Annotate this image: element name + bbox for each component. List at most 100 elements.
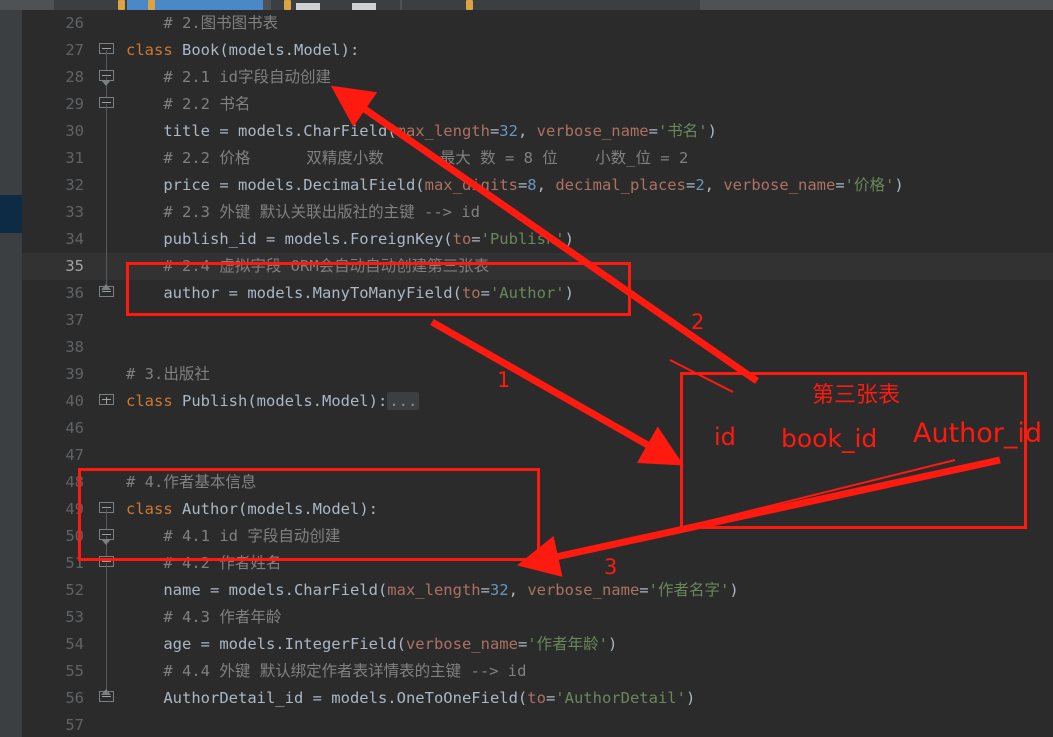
third-table-column-id: id: [714, 423, 736, 451]
code-text: # 4.4 外键 默认绑定作者表详情表的主键 --> id: [126, 662, 527, 680]
third-table-column-author-id: Author_id: [913, 418, 1043, 449]
code-editor[interactable]: 26 # 2.图书图书表 27 class Book(models.Model): 2…: [22, 10, 1053, 737]
line-number: 28: [65, 68, 84, 86]
code-line[interactable]: 26 # 2.图书图书表: [22, 10, 1053, 37]
line-number: 31: [65, 149, 84, 167]
fold-gutter[interactable]: [94, 64, 120, 91]
code-line[interactable]: 28 # 2.1 id字段自动创建: [22, 64, 1053, 91]
annotation-number-3: 3: [604, 555, 618, 579]
code-text: class Author(models.Model):: [126, 500, 378, 518]
fold-gutter[interactable]: [94, 550, 120, 577]
fold-gutter[interactable]: [94, 631, 120, 658]
fold-gutter[interactable]: [94, 334, 120, 361]
settings-icon[interactable]: [296, 3, 320, 10]
code-text: # 4.作者基本信息: [126, 473, 257, 491]
marker-strip[interactable]: [0, 10, 22, 737]
code-line[interactable]: 49 class Author(models.Model):: [22, 496, 1053, 523]
code-line[interactable]: 38: [22, 334, 1053, 361]
stop-icon[interactable]: [284, 0, 291, 10]
code-line[interactable]: 47: [22, 442, 1053, 469]
line-number: 52: [65, 581, 84, 599]
code-text: price = models.DecimalField(max_digits=8…: [126, 176, 904, 194]
line-number: 32: [65, 176, 84, 194]
code-text: # 3.出版社: [126, 365, 210, 383]
code-text: AuthorDetail_id = models.OneToOneField(t…: [126, 689, 696, 707]
line-number: 53: [65, 608, 84, 626]
pycharm-editor-window: 26 # 2.图书图书表 27 class Book(models.Model): 2…: [0, 0, 1053, 737]
toolbar-segment-right: [700, 0, 1053, 10]
line-number: 54: [65, 635, 84, 653]
code-line[interactable]: 34 publish_id = models.ForeignKey(to='Pu…: [22, 226, 1053, 253]
fold-gutter[interactable]: [94, 361, 120, 388]
code-text: # 4.3 作者年龄: [126, 608, 282, 626]
code-text: # 2.2 书名: [126, 95, 251, 113]
fold-gutter[interactable]: [94, 172, 120, 199]
code-line[interactable]: 33 # 2.3 外键 默认关联出版社的主键 --> id: [22, 199, 1053, 226]
code-line[interactable]: 50 # 4.1 id 字段自动创建: [22, 523, 1053, 550]
fold-gutter[interactable]: [94, 307, 120, 334]
debug-icon[interactable]: [148, 0, 155, 10]
fold-gutter[interactable]: [94, 253, 120, 280]
line-number: 46: [65, 419, 84, 437]
code-text: class Publish(models.Model):...: [126, 392, 420, 410]
third-table-title: 第三张表: [812, 383, 901, 408]
fold-gutter[interactable]: [94, 388, 120, 415]
code-line[interactable]: 31 # 2.2 价格 双精度小数 最大 数 = 8 位 小数_位 = 2: [22, 145, 1053, 172]
code-line[interactable]: 35 # 2.4 虚拟字段 ORM会自动自动创建第三张表: [22, 253, 1053, 280]
code-line[interactable]: 53 # 4.3 作者年龄: [22, 604, 1053, 631]
code-text: class Book(models.Model):: [126, 41, 360, 59]
code-line[interactable]: 56 AuthorDetail_id = models.OneToOneFiel…: [22, 685, 1053, 712]
line-number: 50: [65, 527, 84, 545]
fold-gutter[interactable]: [94, 685, 120, 712]
fold-gutter[interactable]: [94, 118, 120, 145]
fold-gutter[interactable]: [94, 604, 120, 631]
toolbar[interactable]: [0, 0, 1053, 10]
line-number: 48: [65, 473, 84, 491]
fold-gutter[interactable]: [94, 442, 120, 469]
code-line[interactable]: 32 price = models.DecimalField(max_digit…: [22, 172, 1053, 199]
code-line[interactable]: 37: [22, 307, 1053, 334]
code-line[interactable]: 30 title = models.CharField(max_length=3…: [22, 118, 1053, 145]
code-text: # 2.图书图书表: [126, 14, 279, 32]
code-line[interactable]: 54 age = models.IntegerField(verbose_nam…: [22, 631, 1053, 658]
fold-gutter[interactable]: [94, 91, 120, 118]
code-line[interactable]: 46: [22, 415, 1053, 442]
code-text: publish_id = models.ForeignKey(to='Publi…: [126, 230, 574, 248]
layout-icon[interactable]: [352, 3, 376, 10]
code-line[interactable]: 36 author = models.ManyToManyField(to='A…: [22, 280, 1053, 307]
fold-gutter[interactable]: [94, 712, 120, 737]
code-text: author = models.ManyToManyField(to='Auth…: [126, 284, 574, 302]
line-number: 38: [65, 338, 84, 356]
code-line[interactable]: 52 name = models.CharField(max_length=32…: [22, 577, 1053, 604]
code-line[interactable]: 51 # 4.2 作者姓名: [22, 550, 1053, 577]
third-table-column-book-id: book_id: [781, 424, 878, 453]
fold-gutter[interactable]: [94, 469, 120, 496]
bookmark-marker[interactable]: [0, 195, 22, 233]
fold-gutter[interactable]: [94, 145, 120, 172]
fold-gutter[interactable]: [94, 226, 120, 253]
code-line[interactable]: 48 # 4.作者基本信息: [22, 469, 1053, 496]
fold-gutter[interactable]: [94, 658, 120, 685]
search-icon[interactable]: [466, 0, 473, 10]
code-text: # 2.3 外键 默认关联出版社的主键 --> id: [126, 203, 480, 221]
fold-gutter[interactable]: [94, 577, 120, 604]
code-line[interactable]: 27 class Book(models.Model):: [22, 37, 1053, 64]
line-number: 57: [65, 716, 84, 734]
line-number: 39: [65, 365, 84, 383]
code-line[interactable]: 55 # 4.4 外键 默认绑定作者表详情表的主键 --> id: [22, 658, 1053, 685]
fold-gutter[interactable]: [94, 415, 120, 442]
fold-gutter[interactable]: [94, 496, 120, 523]
fold-gutter[interactable]: [94, 10, 120, 37]
fold-gutter[interactable]: [94, 37, 120, 64]
code-text: # 4.2 作者姓名: [126, 554, 282, 572]
annotation-number-2: 2: [691, 310, 705, 334]
code-line[interactable]: 57: [22, 712, 1053, 737]
fold-expand-icon[interactable]: [99, 394, 114, 405]
annotation-number-1: 1: [497, 368, 511, 392]
run-icon[interactable]: [118, 0, 125, 10]
fold-gutter[interactable]: [94, 523, 120, 550]
code-line[interactable]: 29 # 2.2 书名: [22, 91, 1053, 118]
fold-gutter[interactable]: [94, 280, 120, 307]
fold-gutter[interactable]: [94, 199, 120, 226]
line-number: 35: [65, 257, 84, 275]
